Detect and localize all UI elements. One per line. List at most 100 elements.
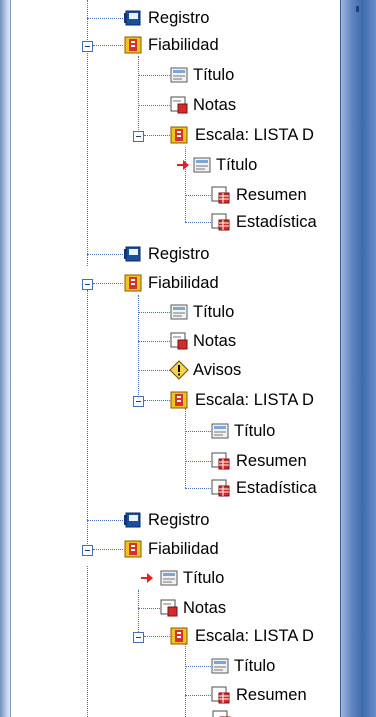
tree-node-reliability[interactable]: Fiabilidad (11, 538, 340, 560)
tree-node-label: Notas (193, 332, 237, 350)
procedure-folder-icon (124, 36, 142, 54)
collapse-toggle-icon[interactable] (82, 279, 93, 290)
procedure-folder-icon (170, 391, 188, 409)
table-icon (211, 686, 230, 704)
table-icon (211, 479, 230, 497)
tree-node-label: Resumen (236, 186, 307, 204)
tree-line (144, 400, 172, 401)
tree-node-log[interactable]: Registro (11, 243, 340, 265)
tree-line (87, 520, 125, 521)
tree-node-label: Notas (193, 96, 237, 114)
tree-node-label: Fiabilidad (148, 274, 219, 292)
tree-node-label: Título (234, 422, 276, 440)
tree-line (144, 135, 172, 136)
tree-line (87, 18, 125, 19)
tree-line (93, 283, 123, 284)
tree-node-label: Registro (148, 511, 210, 529)
tree-node-label: Escala: LISTA D (195, 627, 314, 645)
tree-node-label: Notas (183, 599, 227, 617)
log-book-icon (124, 246, 141, 262)
tree-line (138, 341, 172, 342)
tree-node-summary[interactable]: Resumen (11, 450, 340, 472)
tree-line (138, 75, 172, 76)
title-icon (211, 423, 229, 439)
tree-node-statistics[interactable]: Estadística (11, 211, 340, 233)
title-icon (160, 570, 178, 586)
tree-node-label: Fiabilidad (148, 36, 219, 54)
tree-line (185, 195, 213, 196)
tree-node-statistics[interactable]: Estadística (11, 477, 340, 499)
procedure-folder-icon (170, 126, 188, 144)
table-icon (211, 452, 230, 470)
tree-node-summary[interactable]: Resumen (11, 184, 340, 206)
output-navigator-tree[interactable]: Registro Fiabilidad Título Notas Escala:… (11, 0, 340, 717)
tree-line (138, 105, 172, 106)
tree-node-label: Resumen (236, 686, 307, 704)
tree-node-notes[interactable]: Notas (11, 94, 340, 116)
collapse-toggle-icon[interactable] (133, 632, 144, 643)
collapse-toggle-icon[interactable] (82, 41, 93, 52)
tree-node-scale[interactable]: Escala: LISTA D (11, 389, 340, 411)
tree-node-title[interactable]: Título (11, 567, 340, 589)
tree-node-notes[interactable]: Notas (11, 597, 340, 619)
tree-node-scale[interactable]: Escala: LISTA D (11, 625, 340, 647)
tree-line (138, 370, 172, 371)
tree-node-label: Título (234, 657, 276, 675)
collapse-toggle-icon[interactable] (82, 545, 93, 556)
tree-node-label: Fiabilidad (148, 540, 219, 558)
selected-arrow-icon (141, 573, 153, 583)
tree-node-label: Estadística (236, 479, 317, 497)
title-icon (170, 304, 188, 320)
title-icon (211, 658, 229, 674)
collapse-toggle-icon[interactable] (133, 131, 144, 142)
procedure-folder-icon (124, 540, 142, 558)
tree-node-title[interactable]: Título (11, 301, 340, 323)
title-icon (170, 67, 188, 83)
table-icon (211, 213, 230, 231)
selected-arrow-icon (177, 160, 189, 170)
table-icon (211, 186, 230, 204)
tree-node-title[interactable]: Título (11, 420, 340, 442)
notes-icon (160, 599, 178, 617)
tree-node-summary[interactable]: Resumen (11, 684, 340, 706)
tree-node-label: Título (193, 303, 235, 321)
tree-line (93, 45, 123, 46)
tree-line (185, 666, 213, 667)
tree-line (87, 254, 125, 255)
tree-node-title[interactable]: Título (11, 64, 340, 86)
collapse-toggle-icon[interactable] (133, 396, 144, 407)
log-book-icon (124, 512, 141, 528)
splitter-grip-icon[interactable] (356, 6, 359, 12)
window-left-border (0, 0, 11, 717)
tree-node-label: Título (183, 569, 225, 587)
title-icon (193, 157, 211, 173)
tree-node-log[interactable]: Registro (11, 7, 340, 29)
table-icon (212, 710, 231, 717)
pane-splitter[interactable] (340, 0, 376, 717)
tree-node-label: Estadística (236, 213, 317, 231)
tree-line (185, 222, 213, 223)
procedure-folder-icon (124, 274, 142, 292)
tree-node-notes[interactable]: Notas (11, 330, 340, 352)
tree-line (185, 461, 213, 462)
tree-line (185, 488, 213, 489)
tree-node-label: Avisos (193, 361, 242, 379)
tree-node-label: Título (216, 156, 258, 174)
tree-node-warnings[interactable]: Avisos (11, 359, 340, 381)
tree-line (185, 695, 213, 696)
tree-node-title[interactable]: Título (11, 154, 340, 176)
tree-line (144, 636, 172, 637)
tree-node-label: Registro (148, 245, 210, 263)
tree-node-log[interactable]: Registro (11, 509, 340, 531)
tree-node-scale[interactable]: Escala: LISTA D (11, 124, 340, 146)
tree-node-label: Título (193, 66, 235, 84)
procedure-folder-icon (170, 627, 188, 645)
tree-node-title[interactable]: Título (11, 655, 340, 677)
tree-node-label: Escala: LISTA D (195, 126, 314, 144)
tree-line (185, 431, 213, 432)
notes-icon (170, 96, 188, 114)
tree-node-reliability[interactable]: Fiabilidad (11, 34, 340, 56)
tree-node-label: Resumen (236, 452, 307, 470)
log-book-icon (124, 10, 141, 26)
tree-node-reliability[interactable]: Fiabilidad (11, 272, 340, 294)
